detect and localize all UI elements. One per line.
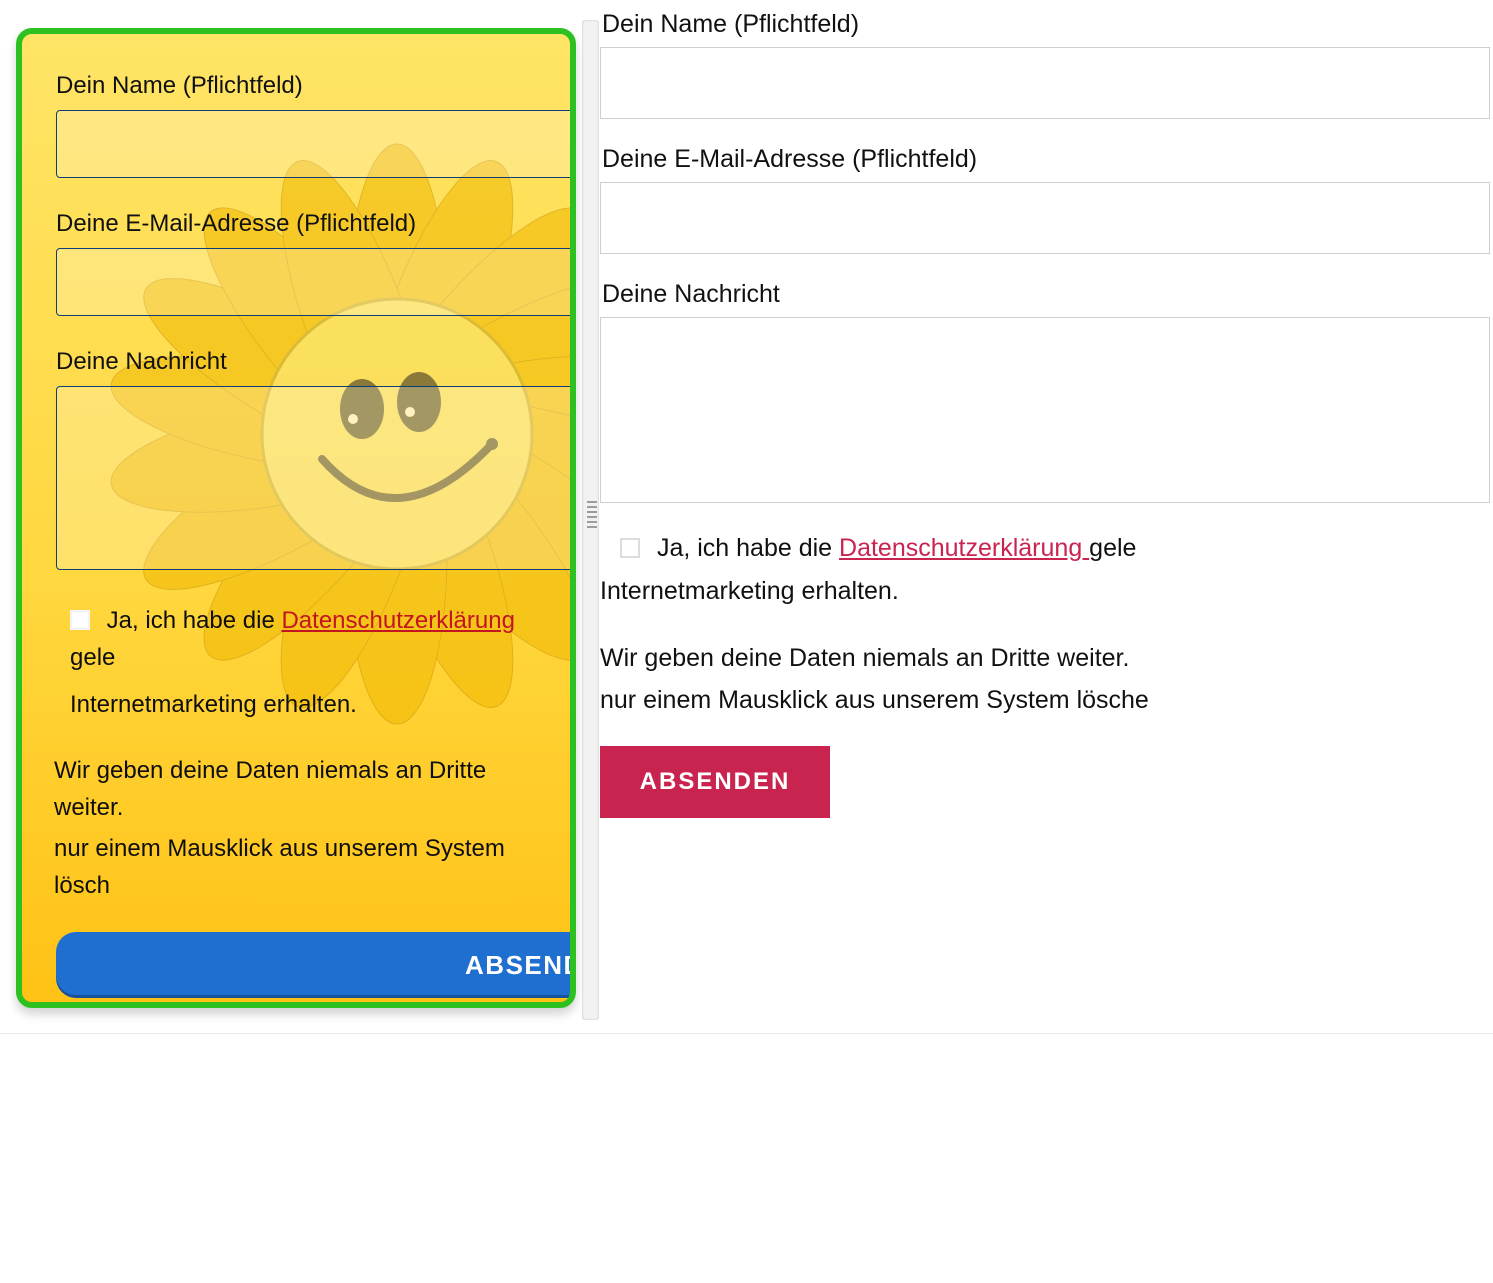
- consent-line2: Internetmarketing erhalten.: [70, 686, 536, 723]
- email-label: Deine E-Mail-Adresse (Pflichtfeld): [56, 210, 536, 238]
- name-label: Dein Name (Pflichtfeld): [56, 72, 536, 100]
- message-textarea-r[interactable]: [600, 317, 1490, 503]
- consent-line1: Ja, ich habe die Datenschutzerklärung ge…: [70, 602, 536, 676]
- privacy-note-2-r: nur einem Mausklick aus unserem System l…: [600, 681, 1493, 720]
- privacy-note-2: nur einem Mausklick aus unserem System l…: [54, 830, 536, 904]
- email-label-r: Deine E-Mail-Adresse (Pflichtfeld): [602, 145, 1493, 174]
- privacy-note-1-r: Wir geben deine Daten niemals an Dritte …: [600, 639, 1493, 678]
- consent-post-r: gele: [1089, 534, 1136, 562]
- submit-button-label-r: ABSENDEN: [640, 768, 791, 796]
- privacy-link[interactable]: Datenschutzerklärung: [281, 607, 514, 634]
- message-textarea[interactable]: [56, 386, 576, 570]
- left-form-card: Dein Name (Pflichtfeld) Deine E-Mail-Adr…: [16, 28, 576, 1008]
- submit-button-label: ABSENDEN: [465, 950, 576, 981]
- consent-pre: Ja, ich habe die: [107, 607, 282, 634]
- message-label: Deine Nachricht: [56, 348, 536, 376]
- name-input[interactable]: [56, 110, 576, 178]
- consent-checkbox[interactable]: [70, 610, 90, 630]
- message-label-r: Deine Nachricht: [602, 280, 1493, 309]
- privacy-note-1: Wir geben deine Daten niemals an Dritte …: [54, 752, 536, 826]
- consent-checkbox-r[interactable]: [620, 538, 640, 558]
- email-input-r[interactable]: [600, 182, 1490, 254]
- consent-line2-r: Internetmarketing erhalten.: [600, 572, 1493, 611]
- submit-button-r[interactable]: ABSENDEN: [600, 746, 830, 818]
- consent-line1-r: Ja, ich habe die Datenschutzerklärung ge…: [600, 529, 1493, 568]
- bottom-blank-area: [0, 1033, 1493, 1283]
- pane-divider[interactable]: [582, 20, 599, 1020]
- consent-post: gele: [70, 644, 115, 671]
- consent-pre-r: Ja, ich habe die: [657, 534, 839, 562]
- email-input[interactable]: [56, 248, 576, 316]
- submit-button[interactable]: ABSENDEN: [56, 932, 576, 998]
- name-input-r[interactable]: [600, 47, 1490, 119]
- name-label-r: Dein Name (Pflichtfeld): [602, 10, 1493, 39]
- privacy-link-r[interactable]: Datenschutzerklärung: [839, 534, 1089, 562]
- right-form: Dein Name (Pflichtfeld) Deine E-Mail-Adr…: [600, 10, 1493, 1010]
